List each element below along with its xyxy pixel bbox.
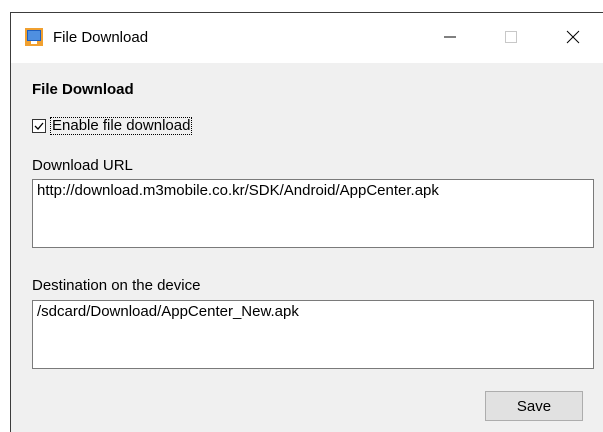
maximize-icon xyxy=(504,29,518,48)
close-icon xyxy=(566,29,580,48)
enable-download-label[interactable]: Enable file download xyxy=(50,117,193,135)
window-title: File Download xyxy=(53,29,149,46)
maximize-button[interactable] xyxy=(481,13,541,63)
checkmark-icon xyxy=(34,122,44,130)
destination-label: Destination on the device xyxy=(32,277,201,294)
title-bar[interactable]: File Download xyxy=(11,13,603,63)
minimize-icon xyxy=(443,29,457,48)
save-button[interactable]: Save xyxy=(485,391,583,421)
section-title: File Download xyxy=(32,81,134,98)
app-icon xyxy=(25,28,43,46)
enable-download-checkbox-row[interactable]: Enable file download xyxy=(32,117,193,135)
download-url-label: Download URL xyxy=(32,157,133,174)
close-button[interactable] xyxy=(543,13,603,63)
file-download-window: File Download File Download Enable file … xyxy=(10,12,603,432)
destination-field[interactable]: /sdcard/Download/AppCenter_New.apk xyxy=(32,300,594,369)
download-url-field[interactable]: http://download.m3mobile.co.kr/SDK/Andro… xyxy=(32,179,594,248)
minimize-button[interactable] xyxy=(420,13,480,63)
enable-download-checkbox[interactable] xyxy=(32,119,46,133)
